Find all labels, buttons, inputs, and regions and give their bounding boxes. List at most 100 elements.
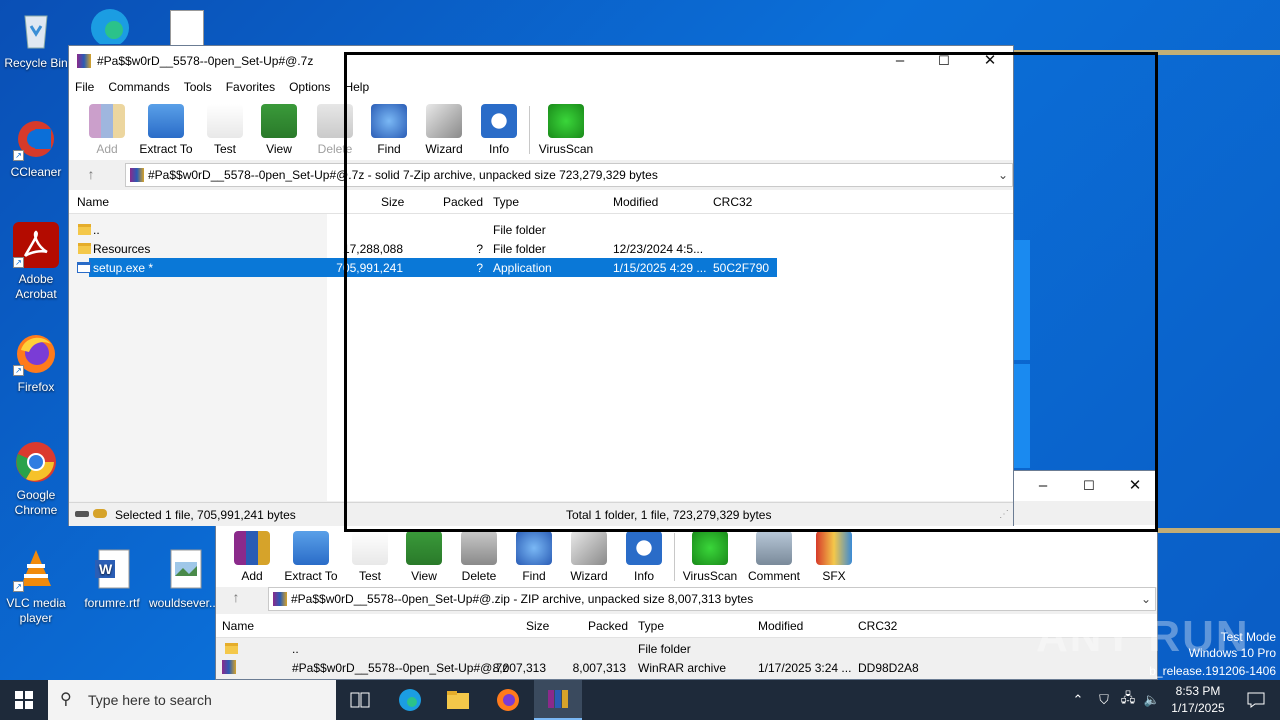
edge-desktop-icon[interactable] (88, 4, 132, 47)
add-button[interactable]: Add (224, 531, 280, 583)
menu-file[interactable]: File (75, 80, 94, 94)
zip-path-bar[interactable]: #Pa$$w0rD__5578--0pen_Set-Up#@.zip - ZIP… (268, 587, 1156, 611)
menu-tools[interactable]: Tools (184, 80, 212, 94)
delete-icon (461, 531, 497, 565)
desktop-icon-vlc[interactable]: ↗ VLC media player (0, 546, 72, 626)
desktop-icon-firefox[interactable]: ↗ Firefox (0, 330, 72, 395)
highlight-rectangle (344, 52, 1158, 532)
network-icon[interactable]: 🖧 (1116, 680, 1140, 720)
desktop-icon-label: CCleaner (10, 165, 62, 179)
toolbar-button-label: View (411, 569, 437, 583)
toolbar-button-label: Info (633, 569, 654, 583)
column-header-type[interactable]: Type (638, 619, 664, 633)
view-button[interactable]: View (396, 531, 452, 583)
toolbar-button-label: Delete (461, 569, 497, 583)
find-button[interactable]: Find (506, 531, 562, 583)
desktop-icon-label: Adobe Acrobat (15, 272, 57, 301)
virusscan-icon (692, 531, 728, 565)
desktop-icon-wouldsever[interactable]: wouldsever... (148, 546, 220, 611)
file-explorer-taskbar-button[interactable] (434, 680, 482, 720)
desktop-icon-google-chrome[interactable]: Google Chrome (0, 438, 72, 518)
show-hidden-icons-button[interactable]: ⌃ (1066, 680, 1090, 720)
adobe-acrobat-icon: ↗ (13, 222, 59, 268)
archive-icon (130, 168, 144, 182)
table-row[interactable]: #Pa$$w0rD__5578--0pen_Set-Up#@.7z 8,007,3… (216, 658, 1160, 677)
search-icon: ⚲ (60, 691, 72, 708)
task-view-button[interactable] (336, 680, 384, 720)
shortcut-arrow-icon: ↗ (13, 257, 24, 268)
column-header-packed[interactable]: Packed (588, 619, 628, 633)
desktop-icon-label: VLC media player (6, 596, 66, 625)
menu-commands[interactable]: Commands (108, 80, 169, 94)
test-button[interactable]: Test (197, 104, 253, 156)
extract-to-button[interactable]: Extract To (138, 104, 194, 156)
column-header-modified[interactable]: Modified (758, 619, 803, 633)
virusscan-button[interactable]: VirusScan (682, 531, 738, 583)
clock[interactable]: 8:53 PM 1/17/2025 (1166, 683, 1230, 717)
table-row[interactable]: .. File folder (216, 639, 1160, 658)
extract-to-button[interactable]: Extract To (283, 531, 339, 583)
add-icon (89, 104, 125, 138)
find-icon (516, 531, 552, 565)
test-button[interactable]: Test (342, 531, 398, 583)
up-folder-button[interactable]: ↑ (81, 166, 101, 182)
application-icon (77, 262, 91, 273)
clock-time: 8:53 PM (1175, 684, 1221, 698)
taskbar-search-box[interactable]: ⚲ Type here to search (48, 680, 336, 720)
shortcut-arrow-icon: ↗ (13, 365, 24, 376)
comment-button[interactable]: Comment (746, 531, 802, 583)
window-title: #Pa$$w0rD__5578--0pen_Set-Up#@.7z (97, 54, 314, 68)
firefox-taskbar-button[interactable] (484, 680, 532, 720)
cell-type: File folder (638, 642, 691, 656)
drive-icon (75, 511, 89, 517)
test-mode-line1: Test Mode (1220, 630, 1276, 644)
shortcut-arrow-icon: ↗ (13, 581, 24, 592)
view-button[interactable]: View (251, 104, 307, 156)
wizard-button[interactable]: Wizard (561, 531, 617, 583)
desktop-icon-label: wouldsever... (148, 596, 220, 610)
test-mode-line3: b_release.191206-1406 (1149, 664, 1276, 678)
desktop-icon-adobe-acrobat[interactable]: ↗ Adobe Acrobat (0, 222, 72, 302)
search-placeholder: Type here to search (88, 692, 212, 708)
delete-button[interactable]: Delete (451, 531, 507, 583)
desktop-icon-ccleaner[interactable]: ↗ CCleaner (0, 115, 72, 180)
cell-crc: DD98D2A8 (858, 661, 919, 675)
info-icon (626, 531, 662, 565)
shortcut-arrow-icon: ↗ (13, 150, 24, 161)
add-icon (234, 531, 270, 565)
desktop-icon-forumre-rtf[interactable]: W forumre.rtf (76, 546, 148, 611)
up-folder-button[interactable]: ↑ (226, 589, 246, 605)
sfx-button[interactable]: SFX (806, 531, 862, 583)
volume-icon[interactable]: 🔈 (1140, 680, 1164, 720)
cell-modified: 1/17/2025 3:24 ... (758, 661, 852, 675)
firefox-icon: ↗ (13, 330, 59, 376)
comment-icon (756, 531, 792, 565)
info-button[interactable]: Info (616, 531, 672, 583)
folder-icon (447, 691, 469, 709)
notification-icon (1247, 692, 1265, 708)
windows-icon (15, 691, 33, 709)
edge-taskbar-button[interactable] (386, 680, 434, 720)
image-file-desktop-icon[interactable] (170, 10, 204, 46)
notifications-button[interactable] (1232, 680, 1280, 720)
security-tray-icon[interactable]: ⛉ (1092, 680, 1116, 720)
column-header-size[interactable]: Size (526, 619, 549, 633)
winrar-icon (548, 690, 568, 708)
column-header-name[interactable]: Name (77, 195, 109, 209)
svg-text:W: W (99, 561, 113, 577)
chrome-icon (13, 438, 59, 484)
toolbar-button-label: Extract To (139, 142, 193, 156)
menu-favorites[interactable]: Favorites (226, 80, 275, 94)
toolbar-separator (674, 533, 675, 581)
start-button[interactable] (0, 680, 48, 720)
winrar-taskbar-button[interactable] (534, 680, 582, 720)
extract-icon (293, 531, 329, 565)
column-header-crc32[interactable]: CRC32 (858, 619, 897, 633)
desktop-icon-label: Firefox (17, 380, 55, 394)
toolbar-button-label: Test (213, 142, 236, 156)
add-button[interactable]: Add (79, 104, 135, 156)
desktop-icon-recycle-bin[interactable]: Recycle Bin (0, 6, 72, 71)
menu-options[interactable]: Options (289, 80, 330, 94)
column-header-name[interactable]: Name (222, 619, 254, 633)
chevron-down-icon[interactable]: ⌄ (1141, 588, 1151, 610)
